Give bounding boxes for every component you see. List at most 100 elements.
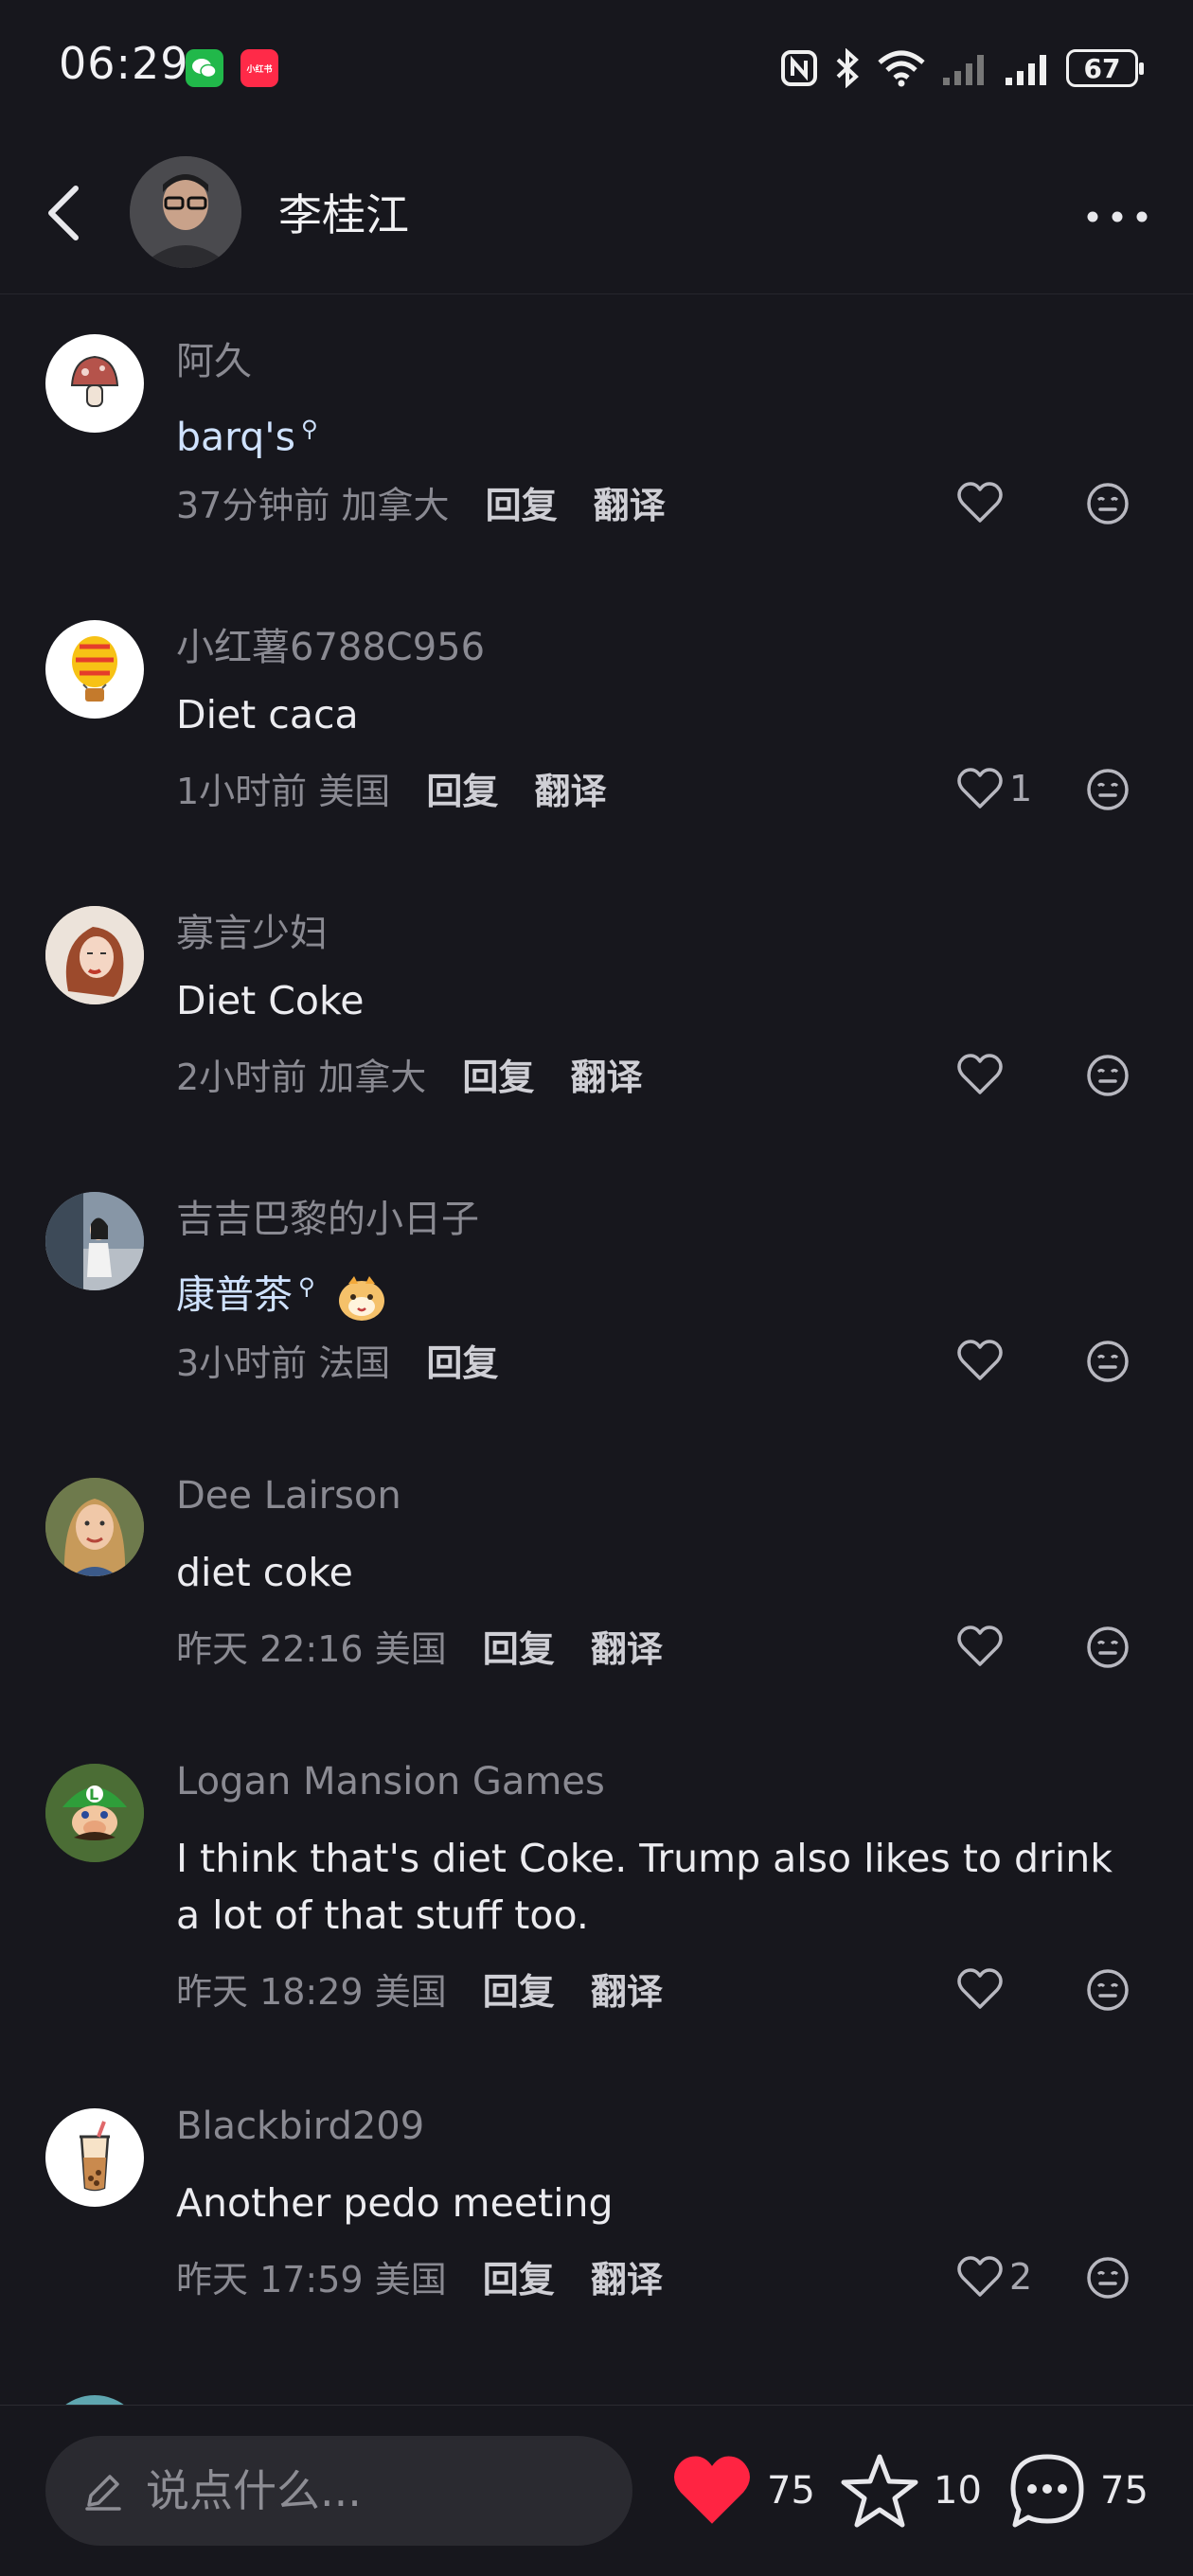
translate-button[interactable]: 翻译 xyxy=(594,485,666,526)
svg-text:L: L xyxy=(89,1785,98,1803)
commenter-name[interactable]: 寡言少妇 xyxy=(176,902,328,957)
signal-sim1-icon xyxy=(943,55,984,85)
like-post-button[interactable]: 75 xyxy=(670,2448,815,2533)
status-bar: 06:29 小红书 67 xyxy=(0,0,1193,137)
reply-button[interactable]: 回复 xyxy=(462,1057,534,1098)
translate-button[interactable]: 翻译 xyxy=(591,1971,663,2013)
comment-text[interactable]: diet coke xyxy=(176,1544,1132,1601)
reply-button[interactable]: 回复 xyxy=(486,485,558,526)
comment-like-button[interactable] xyxy=(956,1620,1009,1673)
commenter-avatar[interactable] xyxy=(45,1478,144,1576)
comment-like-button[interactable] xyxy=(956,1048,1009,1101)
comment-meta: 1小时前 美国 回复 翻译 xyxy=(176,762,607,814)
author-name[interactable]: 李桂江 xyxy=(278,181,409,243)
comment-text-link[interactable]: barq's xyxy=(176,415,295,460)
collect-post-button[interactable]: 10 xyxy=(839,2448,982,2533)
comment-text[interactable]: I think that's diet Coke. Trump also lik… xyxy=(176,1830,1132,1944)
reaction-face-icon[interactable] xyxy=(1085,481,1131,526)
comment-text[interactable]: Another pedo meeting xyxy=(176,2175,1132,2231)
bottom-action-bar: 75 10 75 xyxy=(0,2405,1193,2576)
reaction-face-icon[interactable] xyxy=(1085,1967,1131,2013)
commenter-name[interactable]: 小红薯6788C956 xyxy=(176,616,485,671)
comment-time: 昨天 18:29 xyxy=(176,1971,364,2013)
translate-button[interactable]: 翻译 xyxy=(535,771,607,812)
cute-emoji-icon xyxy=(338,1275,384,1321)
comment-text[interactable]: 康普茶 ⚲ xyxy=(176,1258,1132,1324)
reply-button[interactable]: 回复 xyxy=(426,771,498,812)
battery-indicator: 67 xyxy=(1066,49,1144,87)
like-count: 2 xyxy=(1009,2256,1033,2298)
commenter-name[interactable]: Dee Lairson xyxy=(176,1474,401,1518)
commenter-avatar[interactable] xyxy=(45,906,144,1004)
comment-like-button[interactable] xyxy=(956,476,1009,529)
comment-text[interactable]: Diet Coke xyxy=(176,972,1132,1029)
comment-location: 加拿大 xyxy=(341,485,450,526)
chat-bubble-icon xyxy=(1010,2454,1084,2528)
signal-sim2-icon xyxy=(1006,55,1046,85)
wechat-notification-icon xyxy=(186,49,223,87)
heart-outline-icon xyxy=(957,1968,1003,2009)
xhs-badge-label: 小红书 xyxy=(246,64,273,75)
commenter-avatar[interactable] xyxy=(45,620,144,719)
comment-post-button[interactable]: 75 xyxy=(1007,2448,1148,2533)
commenter-avatar[interactable] xyxy=(45,1192,144,1290)
reply-button[interactable]: 回复 xyxy=(483,1971,555,2013)
comment-time: 2小时前 xyxy=(176,1057,308,1098)
comment-location: 法国 xyxy=(318,1342,391,1384)
comment-input-box[interactable] xyxy=(45,2436,632,2546)
commenter-avatar[interactable]: L xyxy=(45,1764,144,1862)
heart-filled-icon xyxy=(674,2456,750,2524)
more-dots-icon xyxy=(1087,211,1148,222)
translate-button[interactable]: 翻译 xyxy=(591,2259,663,2301)
reaction-face-icon[interactable] xyxy=(1085,767,1131,812)
battery-level: 67 xyxy=(1083,52,1121,84)
heart-outline-icon xyxy=(957,1340,1003,1380)
comment-meta: 昨天 17:59 美国 回复 翻译 xyxy=(176,2250,663,2302)
heart-outline-icon xyxy=(957,768,1003,808)
pencil-icon xyxy=(85,2475,121,2511)
post-collect-count: 10 xyxy=(934,2469,982,2513)
comment-location: 美国 xyxy=(318,771,391,812)
status-time: 06:29 xyxy=(59,38,189,89)
commenter-name[interactable]: Logan Mansion Games xyxy=(176,1760,605,1803)
commenter-avatar[interactable] xyxy=(45,2108,144,2207)
comment-text-link[interactable]: 康普茶 xyxy=(176,1272,293,1318)
comment-like-button[interactable]: 2 xyxy=(956,2250,1032,2303)
reply-button[interactable]: 回复 xyxy=(426,1342,498,1384)
system-icons: 67 xyxy=(780,42,1144,95)
search-link-icon: ⚲ xyxy=(298,1273,315,1300)
translate-button[interactable]: 翻译 xyxy=(571,1057,643,1098)
comment-meta: 37分钟前 加拿大 回复 翻译 xyxy=(176,476,666,528)
heart-outline-icon xyxy=(957,1626,1003,1666)
comment-like-button[interactable] xyxy=(956,1334,1009,1387)
wifi-icon xyxy=(878,50,925,87)
comment-time: 37分钟前 xyxy=(176,485,330,526)
comment-time: 3小时前 xyxy=(176,1342,308,1384)
nfc-icon xyxy=(781,50,817,86)
comment-time: 昨天 17:59 xyxy=(176,2259,364,2301)
commenter-name[interactable]: 吉吉巴黎的小日子 xyxy=(176,1188,479,1243)
translate-button[interactable]: 翻译 xyxy=(591,1628,663,1670)
reply-button[interactable]: 回复 xyxy=(483,1628,555,1670)
commenter-name[interactable]: 阿久 xyxy=(176,330,252,385)
comment-text[interactable]: barq's ⚲ xyxy=(176,400,1132,466)
more-options-button[interactable] xyxy=(1079,179,1155,255)
back-button[interactable] xyxy=(38,175,95,251)
reaction-face-icon[interactable] xyxy=(1085,1625,1131,1670)
post-like-count: 75 xyxy=(767,2469,815,2513)
comment-text[interactable]: Diet caca xyxy=(176,686,1132,743)
post-header: 李桂江 xyxy=(0,137,1193,294)
commenter-avatar[interactable] xyxy=(45,334,144,433)
search-link-icon: ⚲ xyxy=(300,416,318,442)
reply-button[interactable]: 回复 xyxy=(483,2259,555,2301)
author-avatar[interactable] xyxy=(130,156,241,268)
comment-like-button[interactable]: 1 xyxy=(956,762,1032,815)
comment-location: 美国 xyxy=(374,1971,447,2013)
commenter-name[interactable]: Blackbird209 xyxy=(176,2105,424,2148)
reaction-face-icon[interactable] xyxy=(1085,2255,1131,2301)
chevron-left-icon xyxy=(48,186,79,240)
comment-like-button[interactable] xyxy=(956,1963,1009,2016)
reaction-face-icon[interactable] xyxy=(1085,1339,1131,1384)
comment-input[interactable] xyxy=(144,2464,564,2517)
reaction-face-icon[interactable] xyxy=(1085,1053,1131,1098)
